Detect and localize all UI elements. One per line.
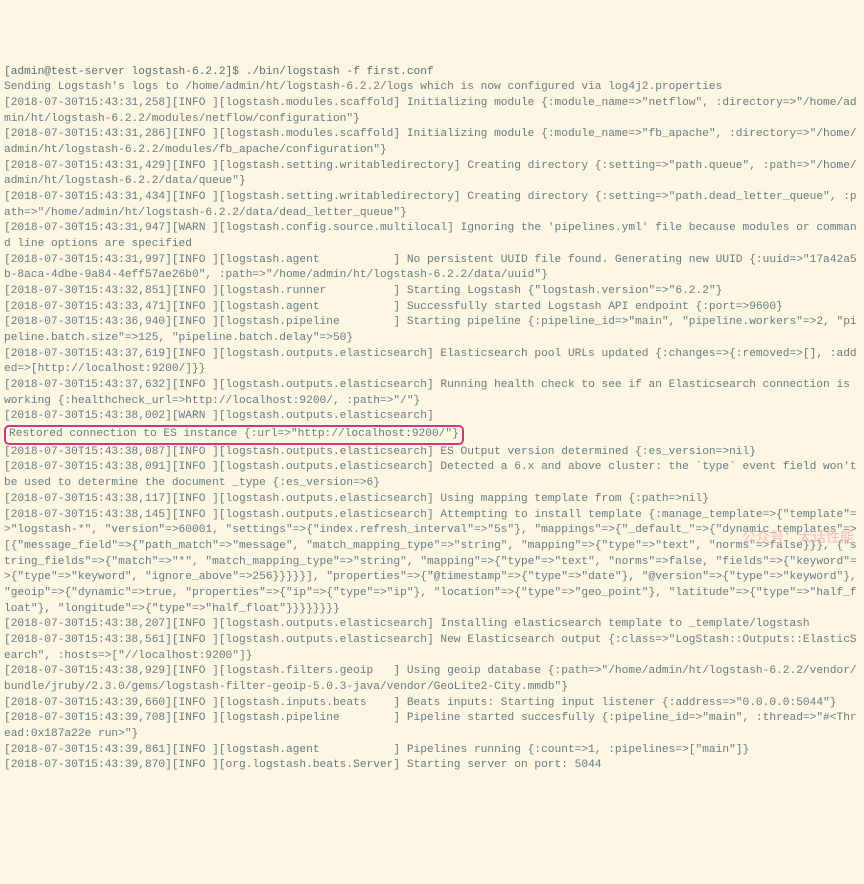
log-line: [2018-07-30T15:43:38,117][INFO ][logstas… (4, 493, 709, 505)
log-line: [2018-07-30T15:43:31,947][WARN ][logstas… (4, 222, 857, 250)
log-line: [2018-07-30T15:43:31,429][INFO ][logstas… (4, 160, 857, 188)
log-line: [2018-07-30T15:43:38,561][INFO ][logstas… (4, 634, 857, 662)
log-line: [2018-07-30T15:43:37,619][INFO ][logstas… (4, 348, 857, 376)
log-line: [2018-07-30T15:43:31,434][INFO ][logstas… (4, 191, 857, 219)
log-line: [2018-07-30T15:43:38,091][INFO ][logstas… (4, 461, 863, 489)
log-line: [2018-07-30T15:43:39,708][INFO ][logstas… (4, 712, 857, 740)
log-line: [2018-07-30T15:43:36,940][INFO ][logstas… (4, 316, 857, 344)
log-line-highlight-prefix: [2018-07-30T15:43:38,002][WARN ][logstas… (4, 410, 440, 422)
log-line: [2018-07-30T15:43:37,632][INFO ][logstas… (4, 379, 857, 407)
highlighted-message: Restored connection to ES instance {:url… (4, 425, 464, 445)
log-line: [2018-07-30T15:43:39,861][INFO ][logstas… (4, 744, 749, 756)
log-line: [2018-07-30T15:43:33,471][INFO ][logstas… (4, 301, 783, 313)
log-line: [2018-07-30T15:43:31,286][INFO ][logstas… (4, 128, 857, 156)
log-line: [2018-07-30T15:43:38,145][INFO ][logstas… (4, 509, 863, 615)
log-line: [2018-07-30T15:43:38,929][INFO ][logstas… (4, 665, 857, 693)
log-line: [2018-07-30T15:43:38,207][INFO ][logstas… (4, 618, 810, 630)
log-line: [2018-07-30T15:43:39,660][INFO ][logstas… (4, 697, 837, 709)
terminal-output: [admin@test-server logstash-6.2.2]$ ./bi… (4, 65, 860, 774)
log-line: [2018-07-30T15:43:31,258][INFO ][logstas… (4, 97, 857, 125)
log-line: Sending Logstash's logs to /home/admin/h… (4, 81, 722, 93)
log-line: [2018-07-30T15:43:38,087][INFO ][logstas… (4, 446, 756, 458)
shell-command[interactable]: ./bin/logstash -f first.conf (246, 66, 434, 78)
shell-prompt: [admin@test-server logstash-6.2.2]$ (4, 66, 246, 78)
log-line: [2018-07-30T15:43:39,870][INFO ][org.log… (4, 759, 602, 771)
log-line: [2018-07-30T15:43:32,851][INFO ][logstas… (4, 285, 722, 297)
log-line: [2018-07-30T15:43:31,997][INFO ][logstas… (4, 254, 857, 282)
